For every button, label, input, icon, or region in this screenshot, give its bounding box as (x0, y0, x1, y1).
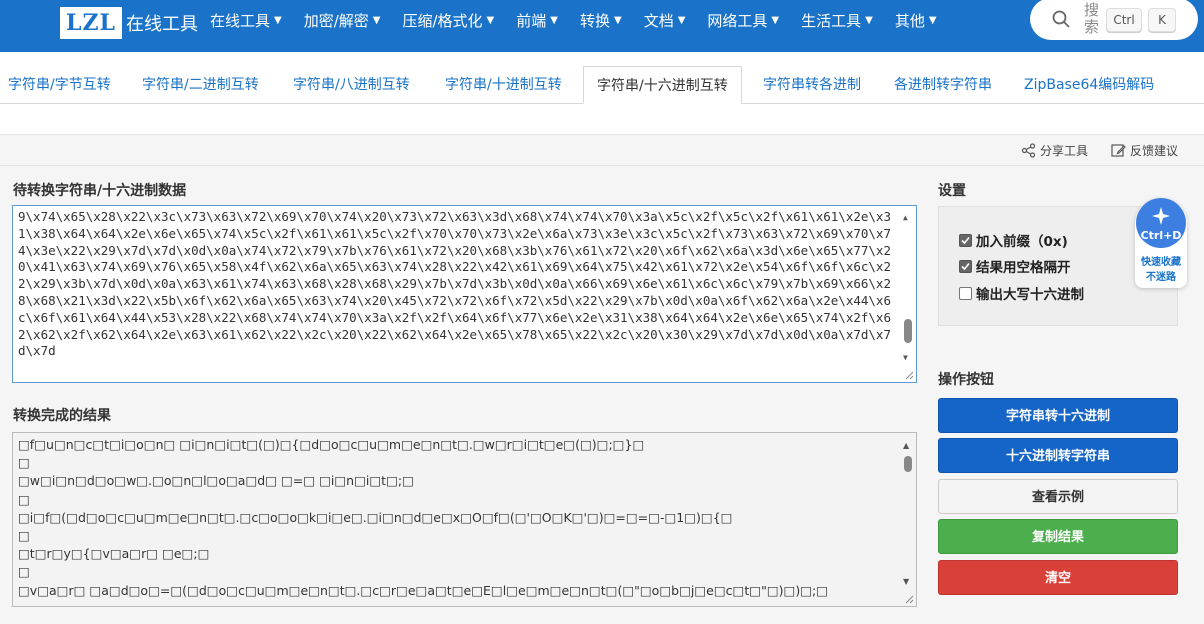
menu-label: 转换 (579, 11, 610, 30)
search-button[interactable]: 搜索 Ctrl K (1030, 0, 1198, 40)
menu-convert[interactable]: 转换 ▼ (580, 10, 622, 31)
option-space[interactable]: 结果用空格隔开 (959, 256, 1071, 276)
logo-text: 在线工具 (126, 14, 198, 35)
tab-string-decimal[interactable]: 字符串/十进制互转 (437, 66, 570, 104)
output-line: □v□a□r□ □a□d□o□=□(□d□o□c□u□m□e□n□t□.□c□r… (18, 582, 829, 598)
input-scrollbar[interactable]: ▲ ▼ (901, 207, 915, 381)
caret-down-icon: ▼ (928, 14, 937, 26)
checkbox-checked-icon[interactable] (959, 259, 972, 273)
caret-down-icon: ▼ (613, 14, 622, 26)
str-to-hex-button[interactable]: 字符串转十六进制 (938, 398, 1178, 433)
input-text: 9\x74\x65\x28\x22\x3c\x73\x63\x72\x69\x7… (18, 209, 891, 359)
menu-online-tools[interactable]: 在线工具 ▼ (210, 10, 282, 31)
output-label: 转换完成的结果 (13, 408, 111, 424)
tab-radix-string[interactable]: 各进制转字符串 (886, 66, 1000, 104)
share-label: 分享工具 (1040, 144, 1089, 158)
menu-other[interactable]: 其他 ▼ (895, 10, 937, 31)
settings-title: 设置 (938, 183, 966, 199)
caret-down-icon: ▼ (677, 14, 686, 26)
tab-string-bytes[interactable]: 字符串/字节互转 (0, 66, 119, 104)
output-line: □ (18, 491, 30, 507)
output-line: □i□f□(□d□o□c□u□m□e□n□t□.□c□o□o□k□i□e□.□i… (18, 509, 733, 525)
kbd-ctrl: Ctrl (1106, 8, 1142, 32)
caret-down-icon: ▼ (865, 14, 873, 26)
tool-tabs: 字符串/字节互转 字符串/二进制互转 字符串/八进制互转 字符串/十进制互转 字… (0, 66, 1204, 104)
kbd-k: K (1148, 8, 1176, 32)
input-label: 待转换字符串/十六进制数据 (13, 183, 187, 199)
share-icon (1021, 143, 1036, 158)
example-button[interactable]: 查看示例 (938, 479, 1178, 514)
output-line: □ (18, 528, 30, 544)
copy-result-button[interactable]: 复制结果 (938, 519, 1178, 554)
option-label: 加入前缀（0x) (976, 234, 1068, 250)
caret-down-icon: ▼ (372, 14, 381, 26)
hex-to-str-button[interactable]: 十六进制转字符串 (938, 438, 1178, 473)
menu-label: 生活工具 (801, 11, 862, 30)
scroll-down-icon[interactable]: ▼ (903, 573, 909, 591)
top-navbar: LZL 在线工具 在线工具 ▼ 加密/解密 ▼ 压缩/格式化 ▼ 前端 ▼ 转换 ▼ 文档… (0, 0, 1204, 52)
option-prefix[interactable]: 加入前缀（0x) (959, 230, 1068, 250)
option-label: 结果用空格隔开 (976, 260, 1071, 276)
tab-string-radix[interactable]: 字符串转各进制 (755, 66, 869, 104)
tab-string-binary[interactable]: 字符串/二进制互转 (134, 66, 267, 104)
menu-compress[interactable]: 压缩/格式化 ▼ (402, 10, 494, 31)
site-logo[interactable]: LZL 在线工具 (60, 6, 198, 40)
actions-title: 操作按钮 (938, 372, 994, 388)
feedback-button[interactable]: 反馈建议 (1111, 142, 1178, 159)
resize-handle-icon[interactable] (904, 370, 914, 380)
scroll-up-icon[interactable]: ▲ (903, 437, 909, 455)
sparkle-icon (1152, 207, 1170, 225)
logo-mark: LZL (60, 7, 122, 39)
tab-zipbase64[interactable]: ZipBase64编码解码 (1016, 66, 1162, 104)
output-line: □t□r□y□{□v□a□r□ □e□;□ (18, 546, 210, 562)
bookmark-circle: Ctrl+D (1136, 198, 1186, 248)
main-menu: 在线工具 ▼ 加密/解密 ▼ 压缩/格式化 ▼ 前端 ▼ 转换 ▼ 文档 ▼ 网络工具 ▼ 生… (210, 0, 959, 40)
scroll-thumb[interactable] (904, 319, 912, 343)
option-label: 输出大写十六进制 (976, 287, 1084, 303)
tool-toolbar: 分享工具 反馈建议 (0, 134, 1204, 166)
checkbox-checked-icon[interactable] (959, 233, 972, 247)
output-line: □ (18, 564, 30, 580)
menu-label: 前端 (516, 11, 547, 30)
search-icon (1052, 10, 1070, 28)
tab-string-octal[interactable]: 字符串/八进制互转 (285, 66, 418, 104)
menu-label: 网络工具 (707, 11, 768, 30)
edit-icon (1111, 144, 1126, 157)
menu-label: 在线工具 (210, 11, 271, 30)
menu-label: 压缩/格式化 (402, 11, 483, 30)
share-tool-button[interactable]: 分享工具 (1021, 142, 1088, 159)
menu-label: 其他 (894, 11, 925, 30)
menu-docs[interactable]: 文档 ▼ (644, 10, 686, 31)
scroll-thumb[interactable] (904, 456, 912, 472)
bookmark-line1: 快速收藏 (1141, 257, 1181, 268)
caret-down-icon: ▼ (771, 14, 780, 26)
input-textarea[interactable]: 9\x74\x65\x28\x22\x3c\x73\x63\x72\x69\x7… (12, 205, 917, 383)
caret-down-icon: ▼ (486, 14, 495, 26)
caret-down-icon: ▼ (274, 14, 282, 26)
clear-button[interactable]: 清空 (938, 560, 1178, 595)
bookmark-shortcut: Ctrl+D (1140, 229, 1182, 242)
option-uppercase[interactable]: 输出大写十六进制 (959, 283, 1084, 303)
menu-network[interactable]: 网络工具 ▼ (707, 10, 779, 31)
checkbox-icon[interactable] (959, 286, 972, 300)
scroll-up-icon[interactable]: ▲ (903, 210, 908, 227)
resize-handle-icon[interactable] (904, 594, 914, 604)
output-line: □f□u□n□c□t□i□o□n□ □i□n□i□t□(□)□{□d□o□c□u… (18, 437, 645, 452)
tab-string-hex[interactable]: 字符串/十六进制互转 (583, 66, 742, 104)
caret-down-icon: ▼ (550, 14, 558, 26)
scroll-down-icon[interactable]: ▼ (903, 350, 908, 367)
bookmark-badge[interactable]: Ctrl+D 快速收藏 不迷路 (1135, 198, 1187, 288)
menu-label: 加密/解密 (303, 11, 369, 30)
menu-frontend[interactable]: 前端 ▼ (516, 10, 558, 31)
output-line: □ (18, 455, 30, 471)
search-placeholder: 搜索 (1084, 1, 1100, 36)
menu-life[interactable]: 生活工具 ▼ (801, 10, 873, 31)
menu-encrypt[interactable]: 加密/解密 ▼ (304, 10, 381, 31)
bookmark-line2: 不迷路 (1146, 272, 1176, 283)
menu-label: 文档 (643, 11, 674, 30)
output-textarea[interactable]: □f□u□n□c□t□i□o□n□ □i□n□i□t□(□)□{□d□o□c□u… (12, 432, 917, 607)
output-line: □w□i□n□d□o□w□.□o□n□l□o□a□d□ □=□ □i□n□i□t… (18, 473, 414, 489)
feedback-label: 反馈建议 (1130, 144, 1179, 158)
output-scrollbar[interactable]: ▲ ▼ (901, 434, 915, 605)
